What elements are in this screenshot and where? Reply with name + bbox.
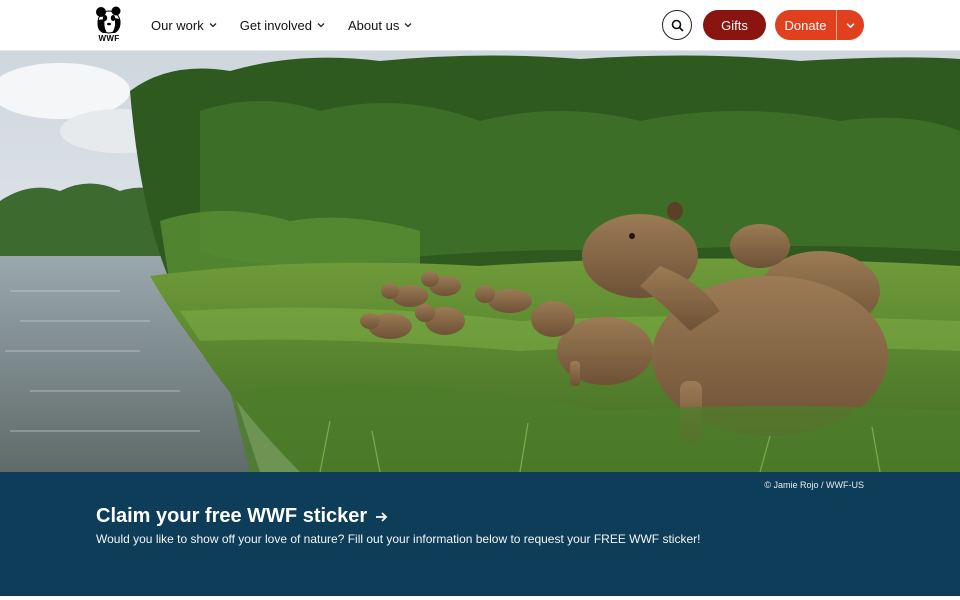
nav-label: About us — [348, 17, 400, 33]
search-button[interactable] — [662, 10, 692, 40]
nav-label: Get involved — [239, 17, 312, 33]
claim-title-text: Claim your free WWF sticker — [96, 505, 368, 527]
sticker-banner: © Jamie Rojo / WWF-US Claim your free WW… — [0, 472, 960, 596]
donate-label: Donate — [784, 17, 827, 33]
chevron-down-icon — [209, 23, 217, 28]
gifts-label: Gifts — [721, 17, 748, 33]
gifts-button[interactable]: Gifts — [703, 10, 766, 40]
main-nav: Our work Get involved About us — [151, 0, 435, 50]
logo-text: WWF — [98, 34, 120, 43]
site-header: WWF Our work Get involved About us Gifts… — [0, 0, 960, 51]
claim-description: Would you like to show off your love of … — [96, 532, 701, 546]
chevron-down-icon — [846, 22, 855, 28]
nav-get-involved[interactable]: Get involved — [240, 18, 325, 33]
hero-image — [0, 51, 960, 472]
chevron-down-icon — [404, 23, 412, 28]
capybara-photo — [0, 51, 960, 472]
donate-dropdown-toggle[interactable] — [837, 10, 864, 40]
claim-sticker-link[interactable]: Claim your free WWF sticker — [96, 505, 388, 528]
search-icon — [671, 19, 684, 32]
donate-button[interactable]: Donate — [775, 10, 864, 40]
photo-credit: © Jamie Rojo / WWF-US — [764, 480, 864, 490]
panda-icon — [96, 6, 121, 34]
nav-label: Our work — [151, 17, 204, 33]
nav-our-work[interactable]: Our work — [151, 18, 217, 33]
wwf-logo[interactable]: WWF — [94, 6, 124, 44]
arrow-right-icon — [375, 511, 388, 523]
page-bottom — [0, 596, 960, 600]
nav-about-us[interactable]: About us — [348, 18, 412, 33]
chevron-down-icon — [317, 23, 325, 28]
